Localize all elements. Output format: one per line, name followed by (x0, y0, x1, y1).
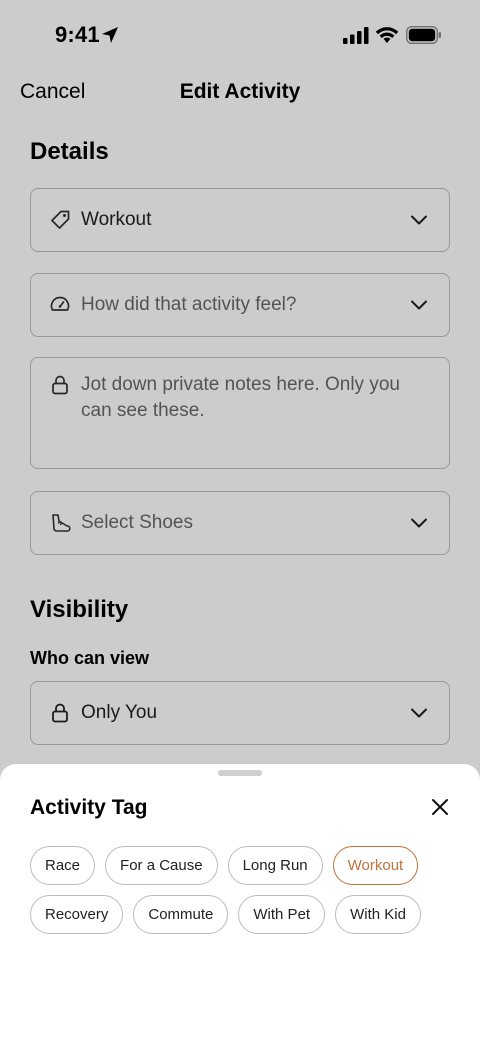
tag-chip-with-pet[interactable]: With Pet (238, 895, 326, 934)
edit-activity-screen: 9:41 Cancel Edit Activity Details Workou… (0, 0, 480, 1040)
close-icon (432, 799, 448, 815)
tag-chip-workout[interactable]: Workout (332, 846, 419, 885)
sheet-title: Activity Tag (30, 796, 148, 819)
activity-tag-sheet: Activity Tag Race For a Cause Long Run W… (0, 764, 480, 1040)
tag-chip-commute[interactable]: Commute (133, 895, 229, 934)
tag-row: Race For a Cause Long Run Workout (30, 846, 460, 885)
tag-chip-long-run[interactable]: Long Run (227, 846, 323, 885)
tag-chip-for-a-cause[interactable]: For a Cause (105, 846, 218, 885)
sheet-grabber-handle[interactable] (218, 770, 262, 776)
close-sheet-button[interactable] (426, 793, 454, 821)
tag-chip-recovery[interactable]: Recovery (30, 895, 124, 934)
tag-chip-race[interactable]: Race (30, 846, 96, 885)
tag-chip-with-kid[interactable]: With Kid (335, 895, 421, 934)
tag-row: Recovery Commute With Pet With Kid (30, 895, 460, 934)
activity-tag-chips: Race For a Cause Long Run Workout Recove… (30, 846, 460, 944)
